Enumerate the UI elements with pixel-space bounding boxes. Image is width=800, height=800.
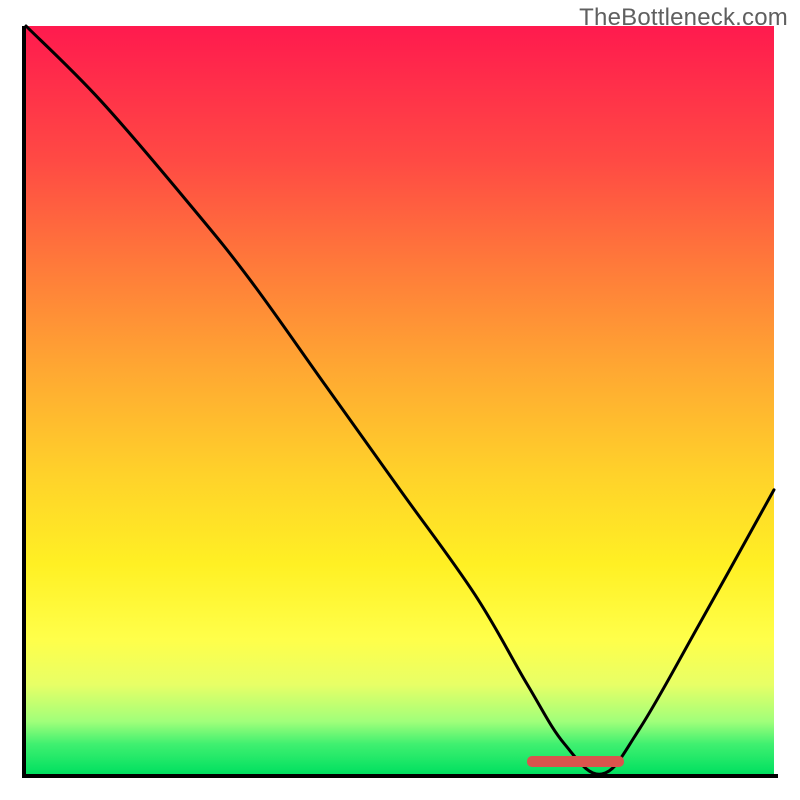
bottleneck-curve [26, 26, 774, 774]
y-axis-line [22, 26, 26, 778]
x-axis-line [22, 774, 778, 778]
optimal-range-marker [527, 756, 624, 767]
